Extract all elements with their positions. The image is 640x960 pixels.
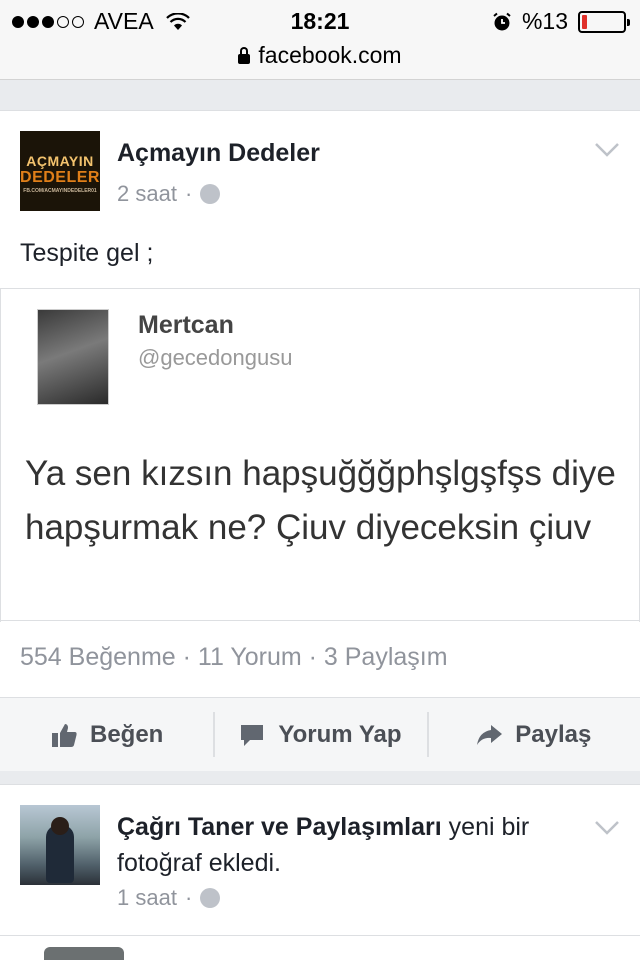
tweet-avatar: [37, 309, 109, 405]
engagement-stats[interactable]: 554 Beğenme · 11 Yorum · 3 Paylaşım: [20, 643, 448, 672]
page-avatar[interactable]: AÇMAYIN DEDELER FB.COM/ACMAYINDEDELER01: [20, 131, 100, 211]
meta-separator: ·: [184, 885, 193, 910]
url-text: facebook.com: [258, 42, 402, 68]
story-header: Çağrı Taner ve Paylaşımları yeni bir fot…: [117, 809, 587, 881]
post-meta: 1 saat ·: [117, 885, 221, 911]
lock-icon: [238, 47, 251, 64]
tweet-frame: Mertcan @gecedongusu Ya sen kızsın hapşu…: [0, 289, 640, 622]
globe-icon: [200, 184, 221, 204]
battery-fill: [582, 14, 587, 29]
post-time[interactable]: 1 saat: [117, 885, 177, 911]
post-time[interactable]: 2 saat: [117, 181, 177, 207]
share-label: Paylaş: [515, 720, 592, 748]
status-right: %13: [492, 8, 630, 35]
battery-percent: %13: [521, 8, 568, 34]
chevron-down-icon[interactable]: [594, 819, 620, 837]
avatar-logo-line2: DEDELER: [20, 169, 100, 186]
tweet-author-handle: @gecedongusu: [138, 345, 293, 370]
action-bar: Beğen Yorum Yap Paylaş: [0, 697, 640, 771]
like-icon: [51, 723, 77, 747]
tweet-author-name: Mertcan: [138, 311, 234, 339]
battery-icon: [578, 10, 630, 33]
like-label: Beğen: [89, 720, 164, 748]
avatar-figure-head: [51, 817, 69, 835]
embedded-tweet-image[interactable]: Mertcan @gecedongusu Ya sen kızsın hapşu…: [0, 288, 640, 622]
like-button[interactable]: Beğen: [0, 698, 213, 771]
divider: [0, 935, 640, 936]
globe-icon: [200, 888, 221, 908]
page-name-link[interactable]: Açmayın Dedeler: [117, 139, 320, 168]
share-icon: [477, 724, 503, 745]
comment-label: Yorum Yap: [278, 720, 402, 748]
comment-icon: [241, 724, 264, 746]
tweet-body: Ya sen kızsın hapşuğğğphşlgşfşs diye hap…: [25, 454, 616, 547]
user-avatar[interactable]: [20, 805, 100, 885]
avatar-logo-line3: FB.COM/ACMAYINDEDELER01: [23, 188, 97, 194]
share-button[interactable]: Paylaş: [426, 698, 640, 771]
chevron-down-icon[interactable]: [594, 141, 620, 159]
status-bar: AVEA 18:21 %13: [0, 0, 640, 40]
avatar-logo-line1: AÇMAYIN: [26, 153, 94, 169]
alarm-icon: [493, 12, 511, 30]
author-name-link[interactable]: Çağrı Taner ve Paylaşımları: [117, 813, 442, 841]
next-post-image[interactable]: [44, 947, 124, 960]
post-text: Tespite gel ;: [20, 239, 154, 267]
post-card: AÇMAYIN DEDELER FB.COM/ACMAYINDEDELER01 …: [0, 110, 640, 771]
post-meta: 2 saat ·: [117, 181, 221, 207]
address-bar[interactable]: facebook.com: [0, 40, 640, 80]
meta-separator: ·: [184, 181, 193, 206]
post-card: Çağrı Taner ve Paylaşımları yeni bir fot…: [0, 784, 640, 960]
comment-button[interactable]: Yorum Yap: [213, 698, 426, 771]
